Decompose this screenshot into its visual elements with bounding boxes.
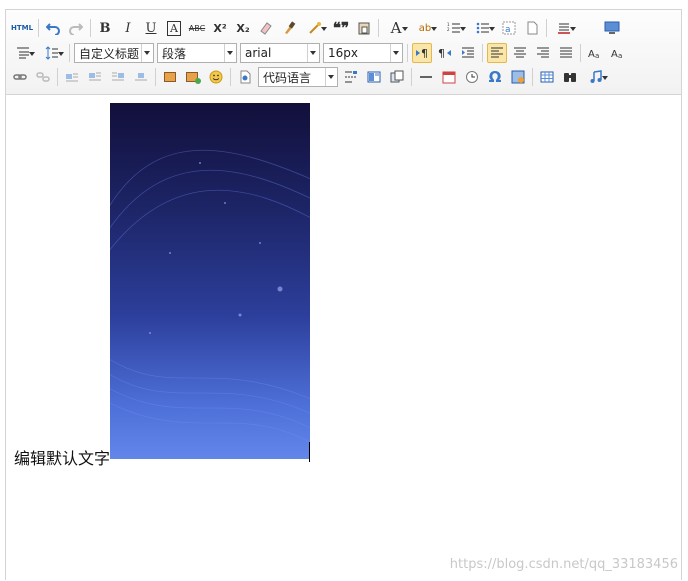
bold-button[interactable]: B [95, 18, 115, 38]
image-left-icon[interactable] [85, 67, 105, 87]
unlink-icon[interactable] [33, 67, 53, 87]
link-icon[interactable] [10, 67, 30, 87]
eraser-icon[interactable] [256, 18, 276, 38]
horizontal-rule-icon[interactable] [416, 67, 436, 87]
inserted-image[interactable] [110, 103, 310, 459]
autotypeset-icon[interactable] [302, 18, 328, 38]
image-right-icon[interactable] [108, 67, 128, 87]
toolbar-separator [69, 44, 70, 62]
direction-ltr-icon[interactable]: ¶ [412, 43, 432, 63]
toolbar-separator [155, 68, 156, 86]
align-right-icon[interactable] [533, 43, 553, 63]
font-size-select[interactable]: 16px [323, 43, 403, 63]
code-language-select[interactable]: 代码语言 [258, 67, 338, 87]
indent-icon[interactable] [458, 43, 478, 63]
toolbar-separator [407, 44, 408, 62]
italic-button[interactable]: I [118, 18, 138, 38]
svg-text:a: a [595, 52, 599, 60]
paragraph-format-select[interactable]: 段落 [157, 43, 237, 63]
svg-text:A: A [611, 49, 618, 60]
redo-icon[interactable] [66, 18, 86, 38]
rich-text-editor: HTML B I U A ABC X² X₂ ❝❞ A ab 1 2 a 自定义… [5, 9, 682, 580]
page-break-icon[interactable] [341, 67, 361, 87]
strikethrough-button[interactable]: ABC [187, 18, 207, 38]
direction-rtl-icon[interactable]: ¶ [435, 43, 455, 63]
align-justify-icon[interactable] [556, 43, 576, 63]
ordered-list-icon[interactable]: 12 [441, 18, 467, 38]
unordered-list-icon[interactable] [470, 18, 496, 38]
subscript-button[interactable]: X₂ [233, 18, 253, 38]
undo-icon[interactable] [43, 18, 63, 38]
svg-text:2: 2 [447, 27, 450, 32]
align-left-icon[interactable] [487, 43, 507, 63]
date-icon[interactable] [439, 67, 459, 87]
insert-multi-image-icon[interactable] [183, 67, 203, 87]
paste-plain-icon[interactable] [354, 18, 374, 38]
format-brush-icon[interactable] [279, 18, 299, 38]
special-char-button[interactable]: Ω [485, 67, 505, 87]
preview-icon[interactable] [602, 18, 622, 38]
toolbar-row-2: 自定义标题 段落 arial 16px ¶ ¶ A a A a [10, 42, 631, 64]
html-source-button[interactable]: HTML [10, 18, 34, 38]
underline-button[interactable]: U [141, 18, 161, 38]
editor-content-area[interactable]: 编辑默认文字 [6, 95, 681, 581]
toolbar-row-1: HTML B I U A ABC X² X₂ ❝❞ A ab 1 2 a [10, 17, 625, 39]
image-center-icon[interactable] [131, 67, 151, 87]
watermark: https://blog.csdn.net/qq_33183456 [449, 557, 678, 572]
font-family-select[interactable]: arial [240, 43, 320, 63]
search-replace-icon[interactable] [560, 67, 580, 87]
toolbar-separator [57, 68, 58, 86]
custom-style-select[interactable]: 自定义标题 [74, 43, 154, 63]
emotion-icon[interactable] [206, 67, 226, 87]
select-all-icon[interactable]: a [499, 18, 519, 38]
line-height-icon[interactable] [39, 43, 65, 63]
editor-toolbar: HTML B I U A ABC X² X₂ ❝❞ A ab 1 2 a 自定义… [6, 10, 681, 95]
text-cursor [309, 442, 310, 462]
clear-doc-icon[interactable] [522, 18, 542, 38]
fontborder-button[interactable]: A [164, 18, 184, 38]
svg-text:A: A [588, 49, 595, 60]
insert-image-icon[interactable] [160, 67, 180, 87]
toolbar-separator [378, 19, 379, 37]
row-spacing-top-icon[interactable] [10, 43, 36, 63]
svg-text:a: a [505, 25, 511, 35]
toolbar-separator [38, 19, 39, 37]
svg-text:a: a [618, 52, 622, 60]
svg-text:¶: ¶ [421, 47, 428, 60]
time-icon[interactable] [462, 67, 482, 87]
toolbar-separator [580, 44, 581, 62]
insert-code-icon[interactable] [235, 67, 255, 87]
to-uppercase-icon[interactable]: Aa [585, 43, 605, 63]
toolbar-separator [482, 44, 483, 62]
toolbar-separator [230, 68, 231, 86]
template-icon[interactable] [364, 67, 384, 87]
toolbar-separator [546, 19, 547, 37]
forecolor-button[interactable]: A [383, 18, 409, 38]
default-text: 编辑默认文字 [14, 449, 111, 468]
superscript-button[interactable]: X² [210, 18, 230, 38]
backcolor-button[interactable]: ab [412, 18, 438, 38]
toolbar-separator [532, 68, 533, 86]
blockquote-button[interactable]: ❝❞ [331, 18, 351, 38]
insert-table-icon[interactable] [537, 67, 557, 87]
music-icon[interactable] [583, 67, 609, 87]
align-center-icon[interactable] [510, 43, 530, 63]
image-none-icon[interactable] [62, 67, 82, 87]
toolbar-row-3: 代码语言 Ω [10, 66, 612, 88]
row-spacing-icon[interactable] [551, 18, 577, 38]
insert-frame-icon[interactable] [508, 67, 528, 87]
svg-text:¶: ¶ [438, 47, 445, 60]
attachment-icon[interactable] [387, 67, 407, 87]
toolbar-separator [90, 19, 91, 37]
toolbar-separator [411, 68, 412, 86]
to-lowercase-icon[interactable]: Aa [608, 43, 628, 63]
